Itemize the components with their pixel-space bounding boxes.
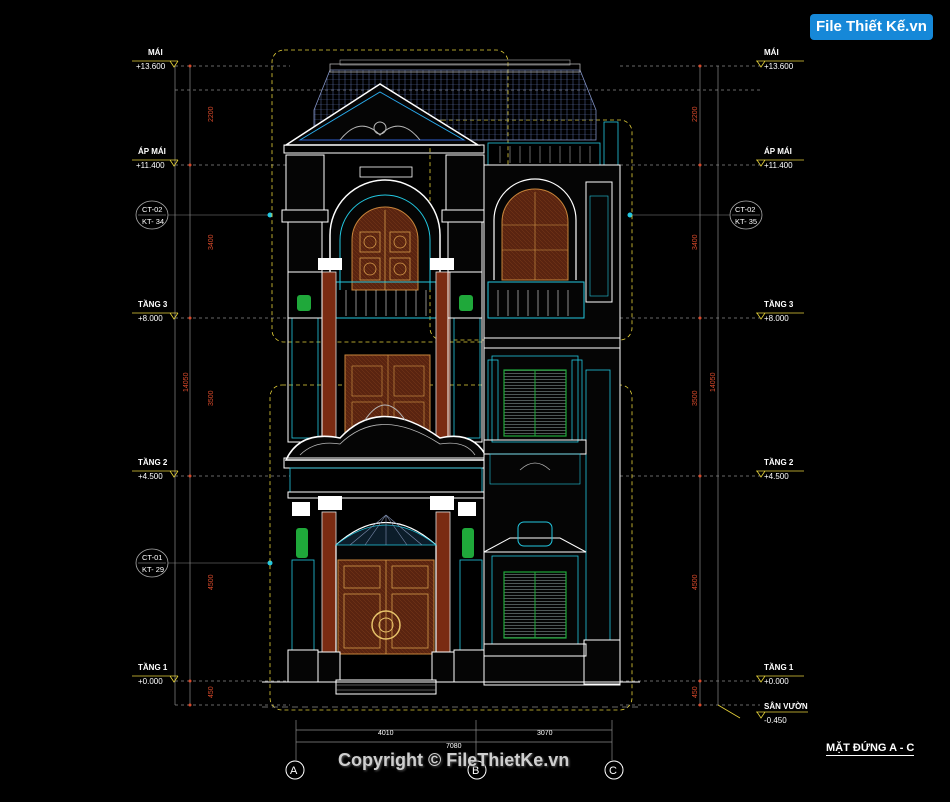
dim-right-total: 14050 (710, 372, 717, 392)
level-left-name-4: TẦNG 1 (138, 662, 168, 672)
ornate-cornice (284, 415, 490, 461)
level-markers-right: MÁI +13.600 ÁP MÁI +11.400 TẦNG 3 +8.000… (717, 48, 808, 725)
callout-code: CT-02 (735, 205, 755, 214)
level-left-val-1: +11.400 (136, 161, 165, 170)
level-right-name-0: MÁI (764, 48, 779, 57)
dim-right-floor2: 4500 (692, 574, 699, 590)
drawing-title: MẶT ĐỨNG A - C (826, 742, 915, 756)
axis-label-a: A (290, 765, 298, 777)
elevation-drawing: 2200 3400 3500 4500 450 14050 2200 3400 … (132, 48, 808, 780)
level-right-name-3: TẦNG 2 (764, 457, 794, 467)
callout-code: CT-01 (142, 553, 162, 562)
dim-right-floor3: 3500 (692, 390, 699, 406)
level-right-val-2: +8.000 (764, 314, 789, 323)
dim-left-attic: 3400 (208, 234, 215, 250)
building-facade (262, 59, 640, 708)
dim-right-base: 450 (692, 686, 699, 698)
dim-left-roof: 2200 (208, 106, 215, 122)
level-right-val-5: -0.450 (764, 716, 787, 725)
callout-ref: KT- 34 (142, 217, 164, 226)
level-left-val-2: +8.000 (138, 314, 163, 323)
level-right-val-4: +0.000 (764, 677, 789, 686)
callout-code: CT-02 (142, 205, 162, 214)
level-right-name-4: TẦNG 1 (764, 662, 794, 672)
callout-left-lower: CT-01 KT- 29 (135, 548, 273, 578)
filethietke-logo: File Thiết Kế.vn (810, 14, 933, 40)
level-right-val-0: +13.600 (764, 62, 794, 71)
level-markers-left: MÁI +13.600 ÁP MÁI +11.400 TẦNG 3 +8.000… (132, 48, 179, 686)
copyright-watermark: Copyright © FileThietKe.vn (338, 750, 570, 770)
axis-label-c: C (609, 765, 617, 777)
dim-right-attic: 3400 (692, 234, 699, 250)
level-right-name-2: TẦNG 3 (764, 299, 794, 309)
level-left-name-0: MÁI (148, 48, 163, 57)
dim-bottom-right: 3070 (537, 730, 553, 737)
level-right-val-1: +11.400 (764, 161, 793, 170)
level-left-val-3: +4.500 (138, 472, 163, 481)
level-left-name-1: ÁP MÁI (138, 147, 166, 156)
callout-left-upper: CT-02 KT- 34 (135, 200, 273, 230)
level-left-name-3: TẦNG 2 (138, 457, 168, 467)
level-left-val-0: +13.600 (136, 62, 166, 71)
dim-left-floor2: 4500 (208, 574, 215, 590)
level-left-val-4: +0.000 (138, 677, 163, 686)
dim-bottom-left: 4010 (378, 730, 394, 737)
level-right-val-3: +4.500 (764, 472, 789, 481)
callout-ref: KT- 35 (735, 217, 757, 226)
dim-left-floor3: 3500 (208, 390, 215, 406)
dim-left-total: 14050 (183, 372, 190, 392)
callout-right-upper: CT-02 KT- 35 (627, 200, 763, 230)
dim-right-roof: 2200 (692, 106, 699, 122)
dim-left-base: 450 (208, 686, 215, 698)
callout-ref: KT- 29 (142, 565, 164, 574)
level-right-name-1: ÁP MÁI (764, 147, 792, 156)
level-right-name-5: SÂN VƯỜN (764, 702, 808, 711)
level-left-name-2: TẦNG 3 (138, 299, 168, 309)
dim-bottom-total: 7080 (446, 743, 462, 750)
